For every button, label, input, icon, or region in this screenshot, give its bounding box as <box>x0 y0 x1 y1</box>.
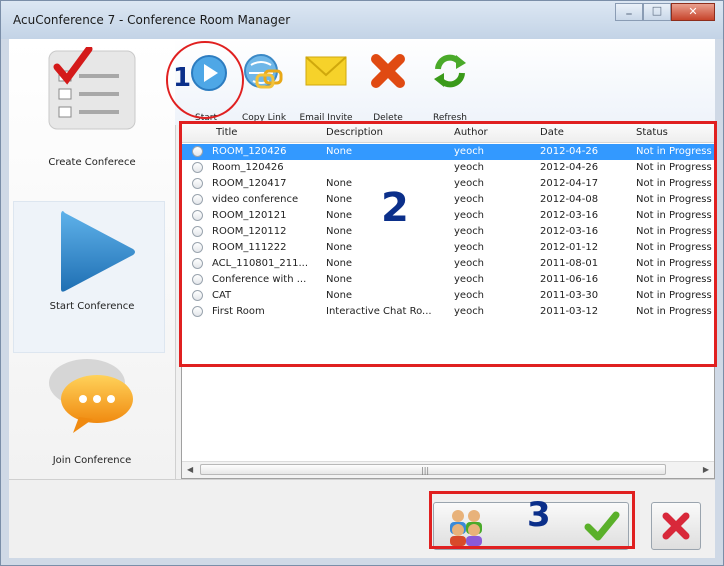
window-title: AcuConference 7 - Conference Room Manage… <box>13 13 291 27</box>
maximize-icon: □ <box>651 4 663 17</box>
toolbar: Start Copy Link Email Invite Delete Refr… <box>175 39 715 125</box>
scroll-right-icon[interactable]: ▶ <box>703 465 709 474</box>
sidebar-item-create-conference[interactable]: Create Conferece <box>9 47 175 168</box>
scrollbar-thumb[interactable]: ||| <box>200 464 666 475</box>
horizontal-scrollbar[interactable]: ◀ ||| ▶ <box>182 461 714 478</box>
envelope-icon <box>305 56 347 86</box>
email-invite-button[interactable]: Email Invite <box>295 45 357 123</box>
maximize-button[interactable]: □ <box>643 3 671 21</box>
annotation-number-1: 1 <box>173 63 192 93</box>
minimize-button[interactable]: _ <box>615 2 643 21</box>
app-window: AcuConference 7 - Conference Room Manage… <box>0 0 724 566</box>
sidebar-item-label: Join Conference <box>52 455 132 466</box>
play-arrow-icon <box>61 211 135 292</box>
cancel-button[interactable] <box>651 502 701 550</box>
sidebar-item-label: Start Conference <box>49 301 135 312</box>
annotation-number-3: 3 <box>527 495 551 535</box>
annotation-number-2: 2 <box>381 185 409 231</box>
cancel-x-icon <box>662 512 690 540</box>
sidebar: Create Conferece Start Conference Join C… <box>9 39 176 479</box>
sidebar-item-join-conference[interactable]: Join Conference <box>9 349 175 469</box>
sidebar-item-label: Create Conferece <box>48 157 136 168</box>
annotation-box-2 <box>179 121 717 367</box>
window-controls: _ □ ✕ <box>615 2 715 21</box>
close-icon: ✕ <box>688 5 698 18</box>
delete-x-icon <box>371 54 405 88</box>
minimize-icon: _ <box>626 2 632 15</box>
close-window-button[interactable]: ✕ <box>671 3 715 21</box>
scroll-left-icon[interactable]: ◀ <box>187 465 193 474</box>
grip-icon: ||| <box>421 466 430 475</box>
copy-link-icon <box>244 54 283 89</box>
chat-bubble-icon <box>49 359 133 433</box>
delete-button[interactable]: Delete <box>357 45 419 123</box>
sidebar-item-start-conference[interactable]: Start Conference <box>9 201 175 353</box>
refresh-button[interactable]: Refresh <box>419 45 481 123</box>
refresh-icon <box>434 54 466 88</box>
title-bar[interactable]: AcuConference 7 - Conference Room Manage… <box>1 1 723 39</box>
checklist-icon <box>48 47 136 130</box>
